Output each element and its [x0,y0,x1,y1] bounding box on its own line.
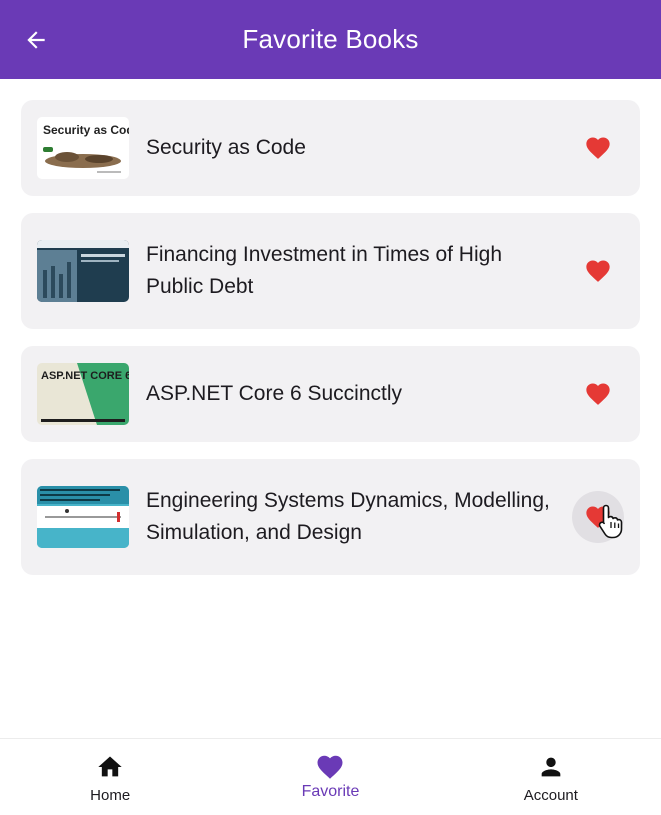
nav-home-label: Home [90,787,131,804]
heart-icon [586,137,610,159]
book-title: Security as Code [146,136,306,159]
page-title: Favorite Books [242,24,419,54]
heart-icon [586,506,610,528]
person-icon [541,757,561,777]
home-icon [98,756,122,777]
cover-title-text: Security as Code [43,123,129,137]
bottom-navigation: Home Favorite Account [0,738,661,815]
book-card[interactable]: Financing Investment in Times of High Pu… [21,213,640,329]
app-bar: Favorite Books [0,0,661,79]
nav-favorite-label: Favorite [301,783,360,800]
cover-title-text: ASP.NET CORE 6 [41,370,129,382]
book-cover [37,486,129,548]
book-title: ASP.NET Core 6 Succinctly [146,382,402,405]
favorite-toggle-button[interactable] [572,368,624,420]
favorite-toggle-button[interactable] [572,245,624,297]
book-title: Engineering Systems Dynamics, Modelling,… [146,489,550,544]
arrow-back-icon [27,31,45,49]
book-cover: ASP.NET CORE 6 [37,363,129,425]
book-card[interactable]: Security as Code Security as Code [21,100,640,196]
nav-account-label: Account [523,787,578,804]
book-cover [37,240,129,302]
book-card[interactable]: Engineering Systems Dynamics, Modelling,… [21,459,640,575]
book-title: Financing Investment in Times of High Pu… [146,243,502,298]
back-button[interactable] [18,22,54,58]
favorite-books-list: Security as Code Security as Code [21,100,640,592]
nav-favorite[interactable]: Favorite [220,739,440,815]
book-card[interactable]: ASP.NET CORE 6 ASP.NET Core 6 Succinctly [21,346,640,442]
nav-account[interactable]: Account [441,739,661,815]
book-cover: Security as Code [37,117,129,179]
heart-icon [317,755,343,779]
favorite-toggle-button[interactable] [572,122,624,174]
nav-home[interactable]: Home [0,739,220,815]
favorite-toggle-button[interactable] [572,491,624,543]
heart-icon [586,260,610,282]
heart-icon [586,383,610,405]
